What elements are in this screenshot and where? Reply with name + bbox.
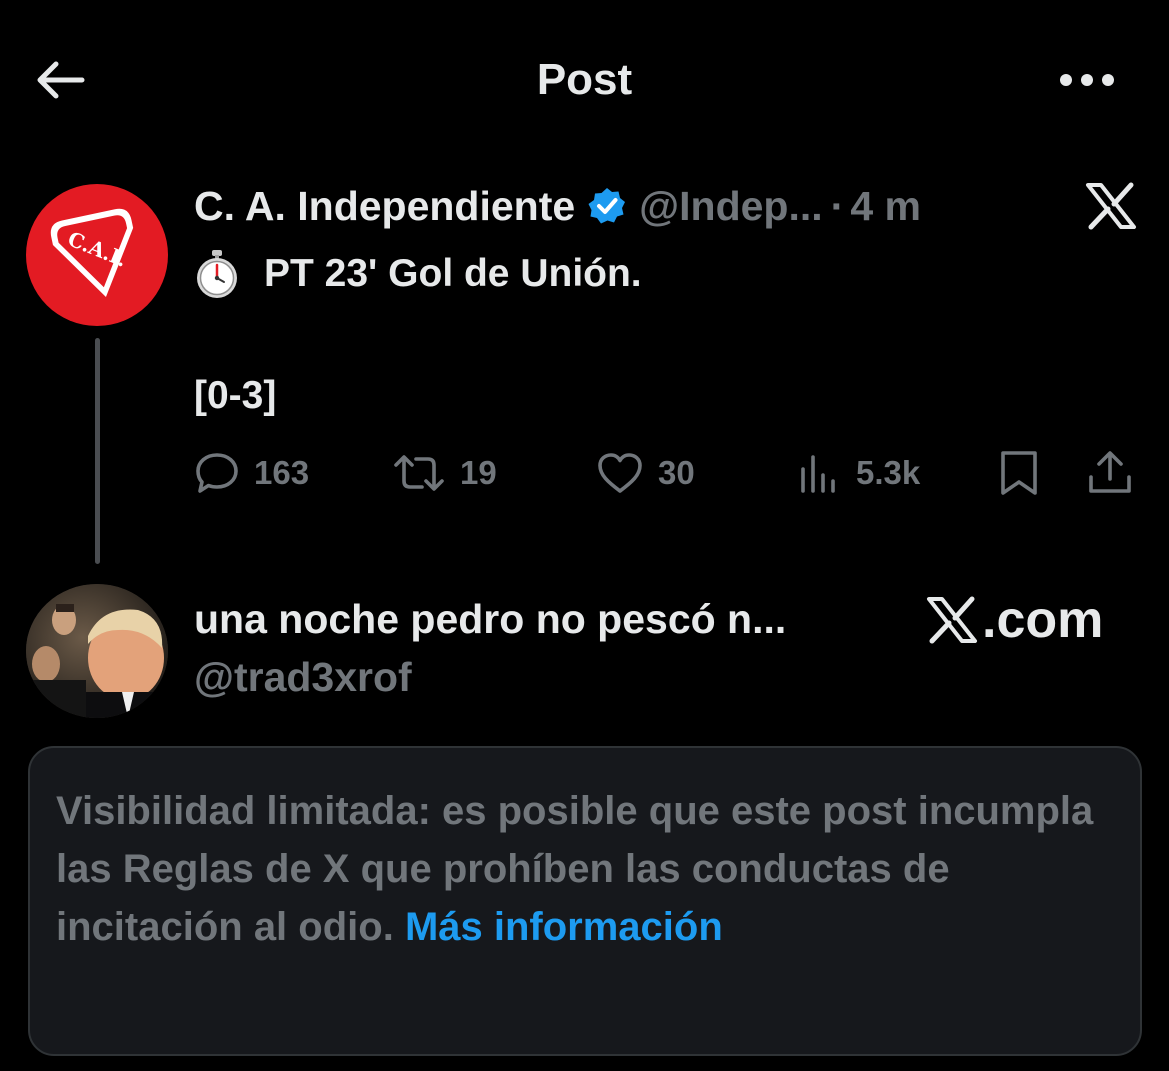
post-text-line1: PT 23' Gol de Unión. bbox=[194, 246, 642, 302]
like-button[interactable]: 30 bbox=[596, 444, 695, 502]
reply-icon bbox=[196, 453, 238, 493]
back-button[interactable] bbox=[28, 52, 92, 108]
learn-more-link[interactable]: Más información bbox=[405, 905, 723, 949]
share-icon bbox=[1089, 451, 1131, 493]
author-handle[interactable]: @Indep... bbox=[639, 183, 822, 230]
x-logo-icon bbox=[1082, 178, 1140, 234]
more-horizontal-icon bbox=[1060, 74, 1114, 86]
arrow-left-icon bbox=[37, 61, 85, 99]
notice-text-block: Visibilidad limitada: es posible que est… bbox=[56, 782, 1120, 956]
thread-connector-line bbox=[95, 338, 100, 564]
meta-separator: · bbox=[830, 182, 845, 229]
share-button[interactable] bbox=[1086, 444, 1134, 502]
x-com-source[interactable]: .com bbox=[926, 590, 1103, 650]
quoted-user-handle[interactable]: @trad3xrof bbox=[194, 650, 412, 704]
quoted-user-avatar[interactable] bbox=[26, 584, 168, 718]
post-score-text: [0-3] bbox=[194, 374, 277, 417]
reply-button[interactable]: 163 bbox=[194, 444, 309, 502]
author-avatar[interactable]: C.A.I. bbox=[26, 184, 168, 326]
limited-visibility-notice: Visibilidad limitada: es posible que est… bbox=[28, 746, 1142, 1056]
stopwatch-icon bbox=[197, 250, 237, 298]
reply-count: 163 bbox=[254, 454, 310, 491]
views-count: 5.3k bbox=[856, 454, 921, 491]
bookmark-button[interactable] bbox=[996, 444, 1042, 502]
like-count: 30 bbox=[658, 454, 695, 491]
post-time[interactable]: 4 m bbox=[850, 183, 921, 230]
author-name[interactable]: C. A. Independiente bbox=[194, 183, 575, 230]
repost-icon bbox=[394, 455, 444, 491]
x-logo-icon bbox=[927, 596, 977, 644]
views-icon bbox=[801, 455, 835, 493]
repost-button[interactable]: 19 bbox=[392, 444, 497, 502]
views-button[interactable]: 5.3k bbox=[798, 444, 920, 502]
post-text: PT 23' Gol de Unión. bbox=[264, 252, 642, 295]
page-title: Post bbox=[536, 55, 633, 104]
post-header: C. A. Independiente @Indep... · 4 m bbox=[194, 180, 921, 232]
more-options-button[interactable] bbox=[1052, 52, 1122, 108]
heart-icon bbox=[598, 453, 642, 493]
repost-count: 19 bbox=[460, 454, 497, 491]
source-domain-label: .com bbox=[982, 591, 1104, 649]
verified-badge-icon bbox=[588, 188, 626, 224]
bookmark-icon bbox=[1001, 451, 1037, 495]
quoted-user-name[interactable]: una noche pedro no pescó n... bbox=[194, 592, 786, 646]
